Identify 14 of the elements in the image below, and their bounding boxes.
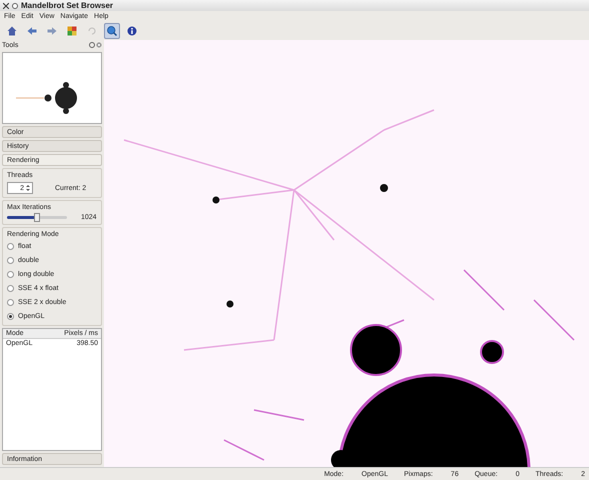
radio-button[interactable]: [7, 257, 14, 264]
slider-thumb[interactable]: [34, 213, 40, 222]
radio-button[interactable]: [7, 271, 14, 278]
close-icon[interactable]: [96, 42, 102, 48]
circle-icon: [12, 2, 18, 8]
window-title: Mandelbrot Set Browser: [21, 1, 114, 10]
radio-button[interactable]: [7, 243, 14, 250]
radio-button[interactable]: [7, 285, 14, 292]
iterations-slider[interactable]: [7, 216, 67, 219]
radio-button[interactable]: [7, 313, 14, 320]
x-logo-icon: [3, 2, 9, 8]
spin-arrows-icon[interactable]: [26, 184, 30, 192]
radio-button[interactable]: [7, 299, 14, 306]
float-icon[interactable]: [89, 42, 95, 48]
